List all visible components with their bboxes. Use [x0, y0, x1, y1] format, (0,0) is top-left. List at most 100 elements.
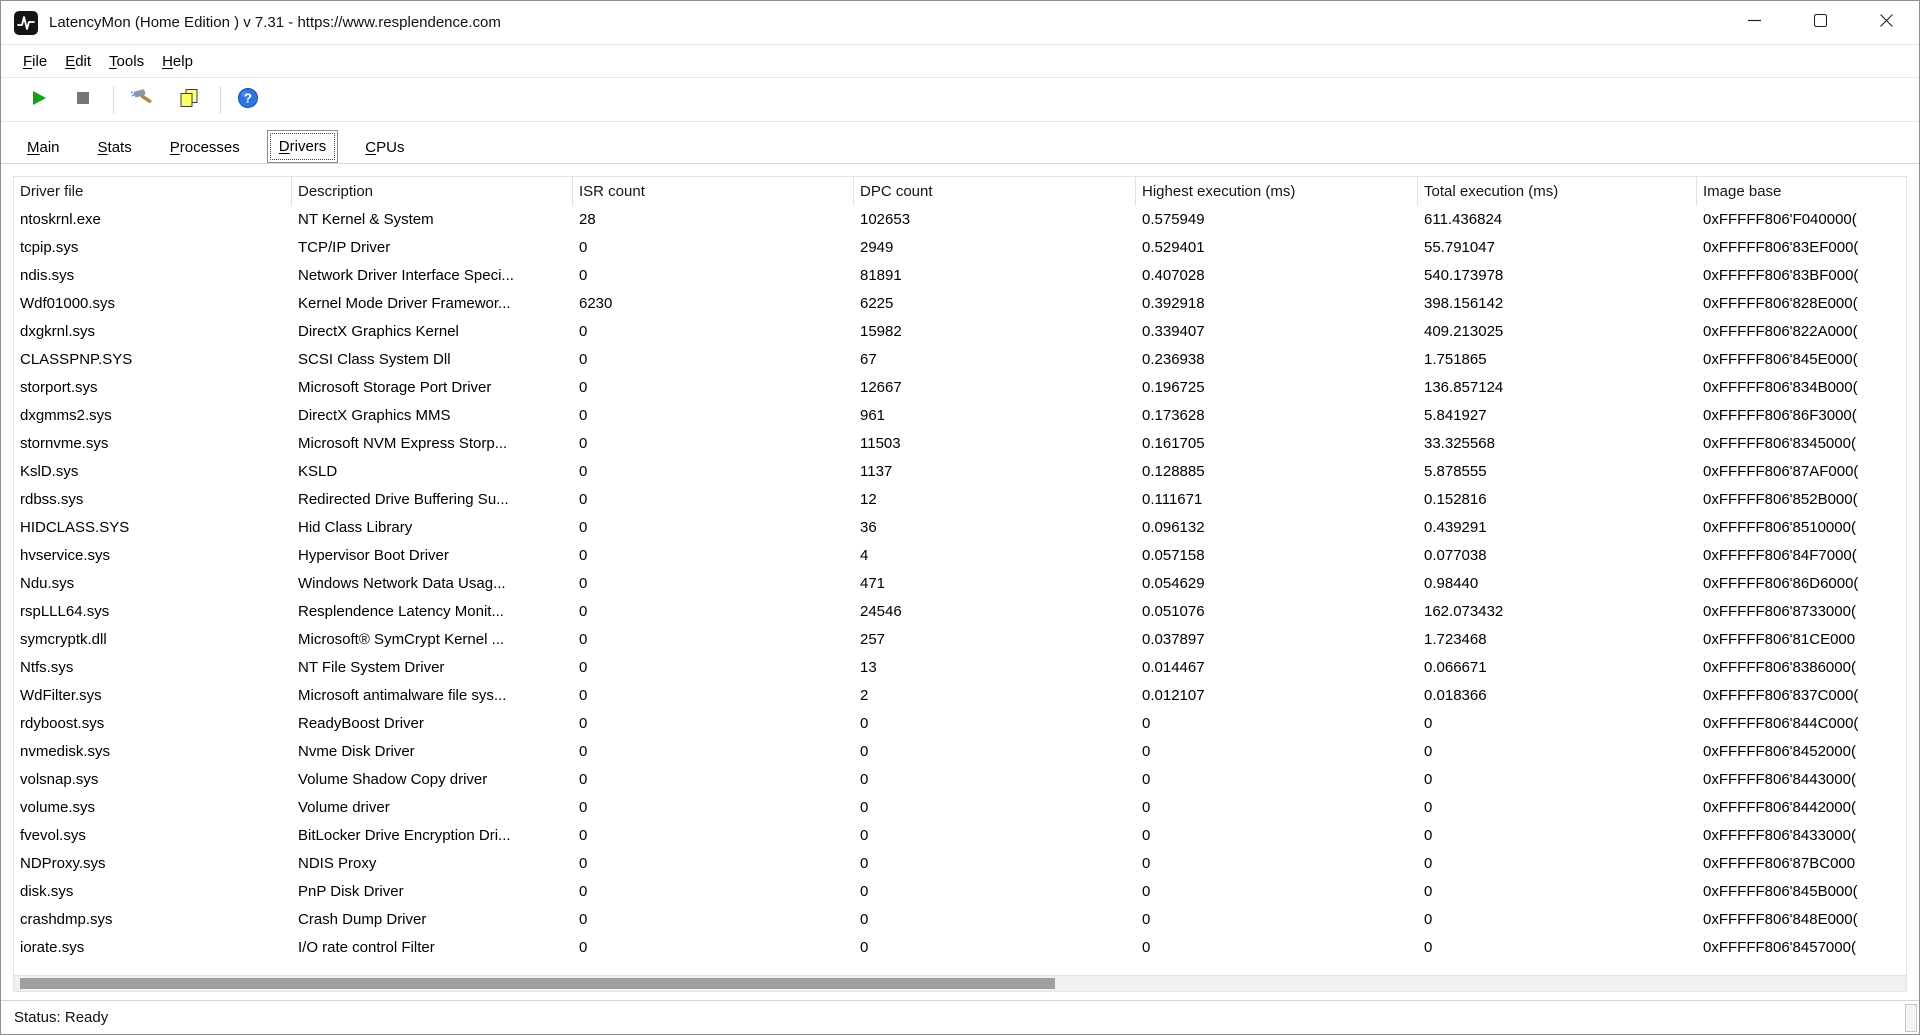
- table-row[interactable]: Ntfs.sysNT File System Driver0130.014467…: [14, 654, 1906, 682]
- table-cell: 0xFFFFF806'86D6000(: [1697, 570, 1906, 598]
- table-cell: 162.073432: [1418, 598, 1697, 626]
- window-controls: [1721, 1, 1919, 44]
- table-cell: 28: [573, 206, 854, 234]
- table-cell: 0: [573, 906, 854, 934]
- table-row[interactable]: dxgkrnl.sysDirectX Graphics Kernel015982…: [14, 318, 1906, 346]
- column-header-4[interactable]: Highest execution (ms): [1136, 177, 1418, 206]
- table-row[interactable]: hvservice.sysHypervisor Boot Driver040.0…: [14, 542, 1906, 570]
- table-cell: Microsoft® SymCrypt Kernel ...: [292, 626, 573, 654]
- table-row[interactable]: HIDCLASS.SYSHid Class Library0360.096132…: [14, 514, 1906, 542]
- copy-report-button[interactable]: [174, 83, 204, 116]
- table-cell: BitLocker Drive Encryption Dri...: [292, 822, 573, 850]
- table-row[interactable]: tcpip.sysTCP/IP Driver029490.52940155.79…: [14, 234, 1906, 262]
- tab-main[interactable]: Main: [16, 132, 71, 163]
- table-cell: 611.436824: [1418, 206, 1697, 234]
- table-row[interactable]: NDProxy.sysNDIS Proxy00000xFFFFF806'87BC…: [14, 850, 1906, 878]
- table-cell: 0xFFFFF806'83BF000(: [1697, 262, 1906, 290]
- table-row[interactable]: iorate.sysI/O rate control Filter00000xF…: [14, 934, 1906, 962]
- table-row[interactable]: symcryptk.dllMicrosoft® SymCrypt Kernel …: [14, 626, 1906, 654]
- table-row[interactable]: crashdmp.sysCrash Dump Driver00000xFFFFF…: [14, 906, 1906, 934]
- horizontal-scrollbar[interactable]: [14, 975, 1906, 991]
- table-cell: 0: [573, 878, 854, 906]
- resize-grip[interactable]: [1905, 1004, 1917, 1032]
- column-header-3[interactable]: DPC count: [854, 177, 1136, 206]
- table-cell: 0.98440: [1418, 570, 1697, 598]
- table-row[interactable]: CLASSPNP.SYSSCSI Class System Dll0670.23…: [14, 346, 1906, 374]
- tab-cpus[interactable]: CPUs: [354, 132, 415, 163]
- tools-button[interactable]: [126, 83, 158, 116]
- svg-text:?: ?: [244, 91, 252, 106]
- menu-item-file[interactable]: File: [14, 48, 56, 75]
- table-row[interactable]: stornvme.sysMicrosoft NVM Express Storp.…: [14, 430, 1906, 458]
- minimize-button[interactable]: [1721, 1, 1787, 44]
- menu-item-tools[interactable]: Tools: [100, 48, 153, 75]
- start-monitor-button[interactable]: [25, 84, 53, 115]
- menu-item-edit[interactable]: Edit: [56, 48, 100, 75]
- table-cell: 0: [573, 262, 854, 290]
- table-cell: NDProxy.sys: [14, 850, 292, 878]
- table-cell: dxgkrnl.sys: [14, 318, 292, 346]
- table-row[interactable]: Wdf01000.sysKernel Mode Driver Framewor.…: [14, 290, 1906, 318]
- menu-item-help[interactable]: Help: [153, 48, 202, 75]
- table-row[interactable]: dxgmms2.sysDirectX Graphics MMS09610.173…: [14, 402, 1906, 430]
- table-cell: SCSI Class System Dll: [292, 346, 573, 374]
- table-cell: 0.012107: [1136, 682, 1418, 710]
- maximize-button[interactable]: [1787, 1, 1853, 44]
- table-cell: 0: [573, 822, 854, 850]
- scrollbar-thumb[interactable]: [20, 978, 1055, 989]
- table-row[interactable]: disk.sysPnP Disk Driver00000xFFFFF806'84…: [14, 878, 1906, 906]
- table-row[interactable]: ndis.sysNetwork Driver Interface Speci..…: [14, 262, 1906, 290]
- table-cell: 0: [1136, 794, 1418, 822]
- table-cell: volsnap.sys: [14, 766, 292, 794]
- window-title: LatencyMon (Home Edition ) v 7.31 - http…: [49, 14, 501, 31]
- column-header-2[interactable]: ISR count: [573, 177, 854, 206]
- table-row[interactable]: Ndu.sysWindows Network Data Usag...04710…: [14, 570, 1906, 598]
- table-row[interactable]: rdbss.sysRedirected Drive Buffering Su..…: [14, 486, 1906, 514]
- tab-drivers[interactable]: Drivers: [267, 130, 339, 163]
- table-cell: 0.111671: [1136, 486, 1418, 514]
- table-cell: 24546: [854, 598, 1136, 626]
- table-cell: 1137: [854, 458, 1136, 486]
- table-row[interactable]: storport.sysMicrosoft Storage Port Drive…: [14, 374, 1906, 402]
- table-header: Driver fileDescriptionISR countDPC count…: [14, 177, 1906, 206]
- table-cell: 0: [573, 402, 854, 430]
- table-cell: 0xFFFFF806'844C000(: [1697, 710, 1906, 738]
- table-cell: 67: [854, 346, 1136, 374]
- table-row[interactable]: rspLLL64.sysResplendence Latency Monit..…: [14, 598, 1906, 626]
- table-cell: Hypervisor Boot Driver: [292, 542, 573, 570]
- help-button[interactable]: ?: [233, 83, 263, 116]
- table-cell: 0: [1418, 822, 1697, 850]
- column-header-6[interactable]: Image base: [1697, 177, 1906, 206]
- table-row[interactable]: KslD.sysKSLD011370.1288855.8785550xFFFFF…: [14, 458, 1906, 486]
- table-row[interactable]: ntoskrnl.exeNT Kernel & System281026530.…: [14, 206, 1906, 234]
- table-cell: 0: [1136, 934, 1418, 962]
- table-cell: 0: [1418, 766, 1697, 794]
- table-cell: stornvme.sys: [14, 430, 292, 458]
- table-cell: 540.173978: [1418, 262, 1697, 290]
- table-cell: 0: [1136, 766, 1418, 794]
- table-cell: 257: [854, 626, 1136, 654]
- table-cell: nvmedisk.sys: [14, 738, 292, 766]
- table-row[interactable]: nvmedisk.sysNvme Disk Driver00000xFFFFF8…: [14, 738, 1906, 766]
- table-cell: DirectX Graphics Kernel: [292, 318, 573, 346]
- table-row[interactable]: volsnap.sysVolume Shadow Copy driver0000…: [14, 766, 1906, 794]
- table-cell: 0xFFFFF806'8442000(: [1697, 794, 1906, 822]
- tab-processes[interactable]: Processes: [159, 132, 251, 163]
- column-header-0[interactable]: Driver file: [14, 177, 292, 206]
- close-icon: [1880, 14, 1893, 32]
- table-row[interactable]: fvevol.sysBitLocker Drive Encryption Dri…: [14, 822, 1906, 850]
- table-row[interactable]: WdFilter.sysMicrosoft antimalware file s…: [14, 682, 1906, 710]
- table-cell: ndis.sys: [14, 262, 292, 290]
- column-header-5[interactable]: Total execution (ms): [1418, 177, 1697, 206]
- table-cell: 398.156142: [1418, 290, 1697, 318]
- table-cell: 0xFFFFF806'848E000(: [1697, 906, 1906, 934]
- table-cell: Network Driver Interface Speci...: [292, 262, 573, 290]
- table-cell: NDIS Proxy: [292, 850, 573, 878]
- stop-monitor-button[interactable]: [69, 84, 97, 115]
- table-row[interactable]: volume.sysVolume driver00000xFFFFF806'84…: [14, 794, 1906, 822]
- tab-stats[interactable]: Stats: [87, 132, 143, 163]
- close-button[interactable]: [1853, 1, 1919, 44]
- column-header-1[interactable]: Description: [292, 177, 573, 206]
- table-cell: symcryptk.dll: [14, 626, 292, 654]
- table-row[interactable]: rdyboost.sysReadyBoost Driver00000xFFFFF…: [14, 710, 1906, 738]
